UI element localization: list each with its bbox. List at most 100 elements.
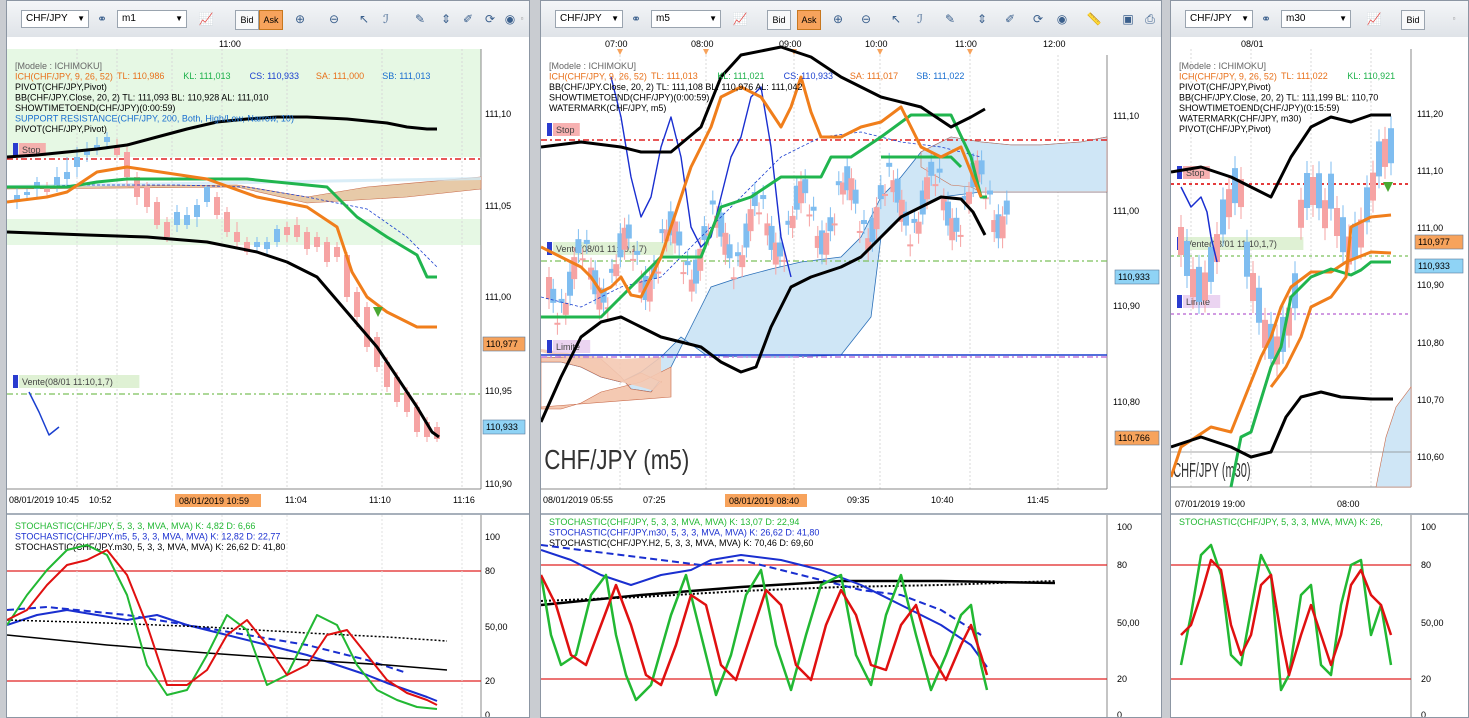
indicator-label: STOCHASTIC(CHF/JPY.H2, 5, 3, 3, MVA, MVA… bbox=[549, 538, 813, 548]
chart-window-m1: CHF/JPY ▼ ⚭ m1 ▼ 📈 Bid Ask ⊕ ⊖ ↖ ℐ ✎ ⇕ ✐ ⟳… bbox=[6, 0, 530, 718]
ruler-icon[interactable]: 📏 bbox=[1085, 10, 1103, 28]
zoom-out-icon[interactable]: ⊖ bbox=[325, 10, 343, 28]
symbol-value: CHF/JPY bbox=[26, 13, 68, 24]
ichimoku-value: TL: 111,022 bbox=[1281, 71, 1328, 81]
candle bbox=[1244, 241, 1250, 277]
candle bbox=[915, 221, 922, 234]
ichimoku-value: TL: 111,013 bbox=[651, 71, 698, 81]
refresh-icon[interactable]: ⟳ bbox=[1029, 10, 1047, 28]
zoom-in-icon[interactable]: ⊕ bbox=[291, 10, 309, 28]
price-tick: 111,00 bbox=[1417, 223, 1443, 233]
candle bbox=[907, 244, 914, 247]
bid-button[interactable]: Bid bbox=[235, 10, 259, 30]
price-chart[interactable]: 11:00 111,10 111,05 111,00 110,95 110,90 110,9… bbox=[7, 37, 529, 509]
candle bbox=[655, 271, 662, 274]
link-icon[interactable]: ⚭ bbox=[627, 10, 645, 28]
symbol-value: CHF/JPY bbox=[560, 13, 602, 24]
vente-label-text: Vente(08/01 11:10,1,7) bbox=[22, 377, 113, 387]
top-time-label: 11:00 bbox=[219, 39, 241, 49]
zoom-in-icon[interactable]: ⊕ bbox=[829, 10, 847, 28]
ichimoku-cloud-future bbox=[920, 136, 1108, 193]
candle bbox=[562, 302, 569, 315]
ichimoku-value: KL: 111,021 bbox=[717, 71, 764, 81]
chart-toolbar: CHF/JPY ▼ ⚭ m5 ▼ 📈 Bid Ask ⊕ ⊖ ↖ ℐ ✎ ⇕ ✐ ⟳… bbox=[541, 1, 1161, 38]
indicator-label: [Modele : ICHIMOKU] bbox=[1179, 61, 1266, 71]
draw-icon[interactable]: ✎ bbox=[941, 10, 959, 28]
link-icon[interactable]: ⚭ bbox=[93, 10, 111, 28]
candle bbox=[154, 202, 160, 225]
price-chart-canvas: 11:00 111,10 111,05 111,00 110,95 110,90 110,9… bbox=[7, 37, 529, 509]
stoch-tick: 20 bbox=[485, 676, 495, 686]
zoom-out-icon[interactable]: ⊖ bbox=[857, 10, 875, 28]
chevron-down-icon: ▼ bbox=[1241, 14, 1249, 23]
candle bbox=[1334, 208, 1340, 237]
bid-button[interactable]: Bid bbox=[767, 10, 791, 30]
candle bbox=[1328, 173, 1334, 209]
timeframe-select[interactable]: m30 ▼ bbox=[1281, 10, 1351, 28]
chart-window-m5: CHF/JPY ▼ ⚭ m5 ▼ 📈 Bid Ask ⊕ ⊖ ↖ ℐ ✎ ⇕ ✐ ⟳… bbox=[540, 0, 1162, 718]
stochastic-chart[interactable]: 100 80 50,00 20 0 STOCHASTIC(CHF/JPY, 5, 3, 3… bbox=[1171, 513, 1468, 717]
cursor-icon[interactable]: ↖ bbox=[887, 10, 905, 28]
stochastic-chart[interactable]: 100 80 50,00 20 0 STOCHASTIC(CHF/JPY, 5, 3, 3… bbox=[7, 513, 529, 717]
symbol-select[interactable]: CHF/JPY ▼ bbox=[21, 10, 89, 28]
ichimoku-value: SB: 111,013 bbox=[382, 71, 430, 81]
refresh-icon[interactable]: ⟳ bbox=[481, 10, 499, 28]
fit-icon[interactable]: ⇕ bbox=[437, 10, 455, 28]
indicator-icon[interactable]: ℐ bbox=[911, 10, 929, 28]
candle bbox=[676, 231, 683, 246]
symbol-select[interactable]: CHF/JPY ▼ bbox=[1185, 10, 1253, 28]
print-icon[interactable]: ⎙ bbox=[1141, 10, 1159, 28]
chart-type-icon[interactable]: 📈 bbox=[197, 10, 215, 28]
price-tick: 110,95 bbox=[485, 386, 512, 396]
chevron-down-icon: ▼ bbox=[77, 14, 85, 23]
indicator-label: ICH(CHF/JPY, 9, 26, 52) bbox=[15, 72, 113, 82]
ask-button[interactable]: Ask bbox=[797, 10, 821, 30]
candle bbox=[550, 288, 557, 303]
indicator-icon[interactable]: ℐ bbox=[377, 10, 395, 28]
fit-icon[interactable]: ⇕ bbox=[973, 10, 991, 28]
stoch-tick: 100 bbox=[485, 532, 500, 542]
indicator-label: PIVOT(CHF/JPY,Pivot) bbox=[1179, 82, 1271, 92]
candle bbox=[54, 177, 60, 185]
stochastic-chart[interactable]: 100 80 50,00 20 0 STOCHASTIC(CHF/JPY, 5, 3, 3… bbox=[541, 513, 1161, 717]
draw-icon[interactable]: ✎ bbox=[411, 10, 429, 28]
stoch-tick: 80 bbox=[1117, 560, 1127, 570]
cursor-icon[interactable]: ↖ bbox=[355, 10, 373, 28]
image-icon[interactable]: ▣ bbox=[1119, 10, 1137, 28]
candle bbox=[701, 226, 708, 241]
candle bbox=[1196, 266, 1202, 302]
limite-label-marker bbox=[547, 340, 552, 353]
chevron-down-icon: ▼ bbox=[611, 14, 619, 23]
timeframe-select[interactable]: m1 ▼ bbox=[117, 10, 187, 28]
top-time-label: 10:00 bbox=[865, 39, 888, 49]
cursor-time: 08/01/2019 10:59 bbox=[179, 496, 249, 506]
price-chart[interactable]: 08/01 111,20 111,10 111,00 110,90 110,80 110,7… bbox=[1171, 37, 1468, 509]
candle bbox=[1208, 246, 1214, 282]
ask-button[interactable]: Ask bbox=[259, 10, 283, 30]
stoch-tick: 80 bbox=[485, 566, 495, 576]
globe-icon[interactable]: ◉ bbox=[1053, 10, 1071, 28]
candle bbox=[936, 168, 943, 173]
candle bbox=[104, 137, 110, 142]
timeframe-select[interactable]: m5 ▼ bbox=[651, 10, 721, 28]
minimize-icon[interactable]: ▫ bbox=[513, 10, 529, 28]
chart-type-icon[interactable]: 📈 bbox=[731, 10, 749, 28]
minimize-icon[interactable]: ▫ bbox=[1445, 10, 1463, 28]
link-icon[interactable]: ⚭ bbox=[1257, 10, 1275, 28]
edit-icon[interactable]: ✐ bbox=[459, 10, 477, 28]
bid-button[interactable]: Bid bbox=[1401, 10, 1425, 30]
candle bbox=[873, 207, 880, 230]
price-chart[interactable]: 07:00 08:00 09:00 10:00 11:00 12:00 111,10 111,… bbox=[541, 37, 1161, 509]
edit-icon[interactable]: ✐ bbox=[1001, 10, 1019, 28]
candle bbox=[806, 214, 813, 217]
candle bbox=[1304, 173, 1310, 209]
candle bbox=[254, 242, 260, 247]
stop-label-marker bbox=[547, 123, 552, 136]
symbol-select[interactable]: CHF/JPY ▼ bbox=[555, 10, 623, 28]
candle bbox=[852, 189, 859, 204]
time-tick: 11:16 bbox=[453, 495, 475, 505]
indicator-label: SHOWTIMETOEND(CHF/JPY)(0:00:59) bbox=[15, 103, 175, 113]
chart-type-icon[interactable]: 📈 bbox=[1365, 10, 1383, 28]
candle bbox=[894, 178, 901, 203]
candle bbox=[760, 195, 767, 200]
